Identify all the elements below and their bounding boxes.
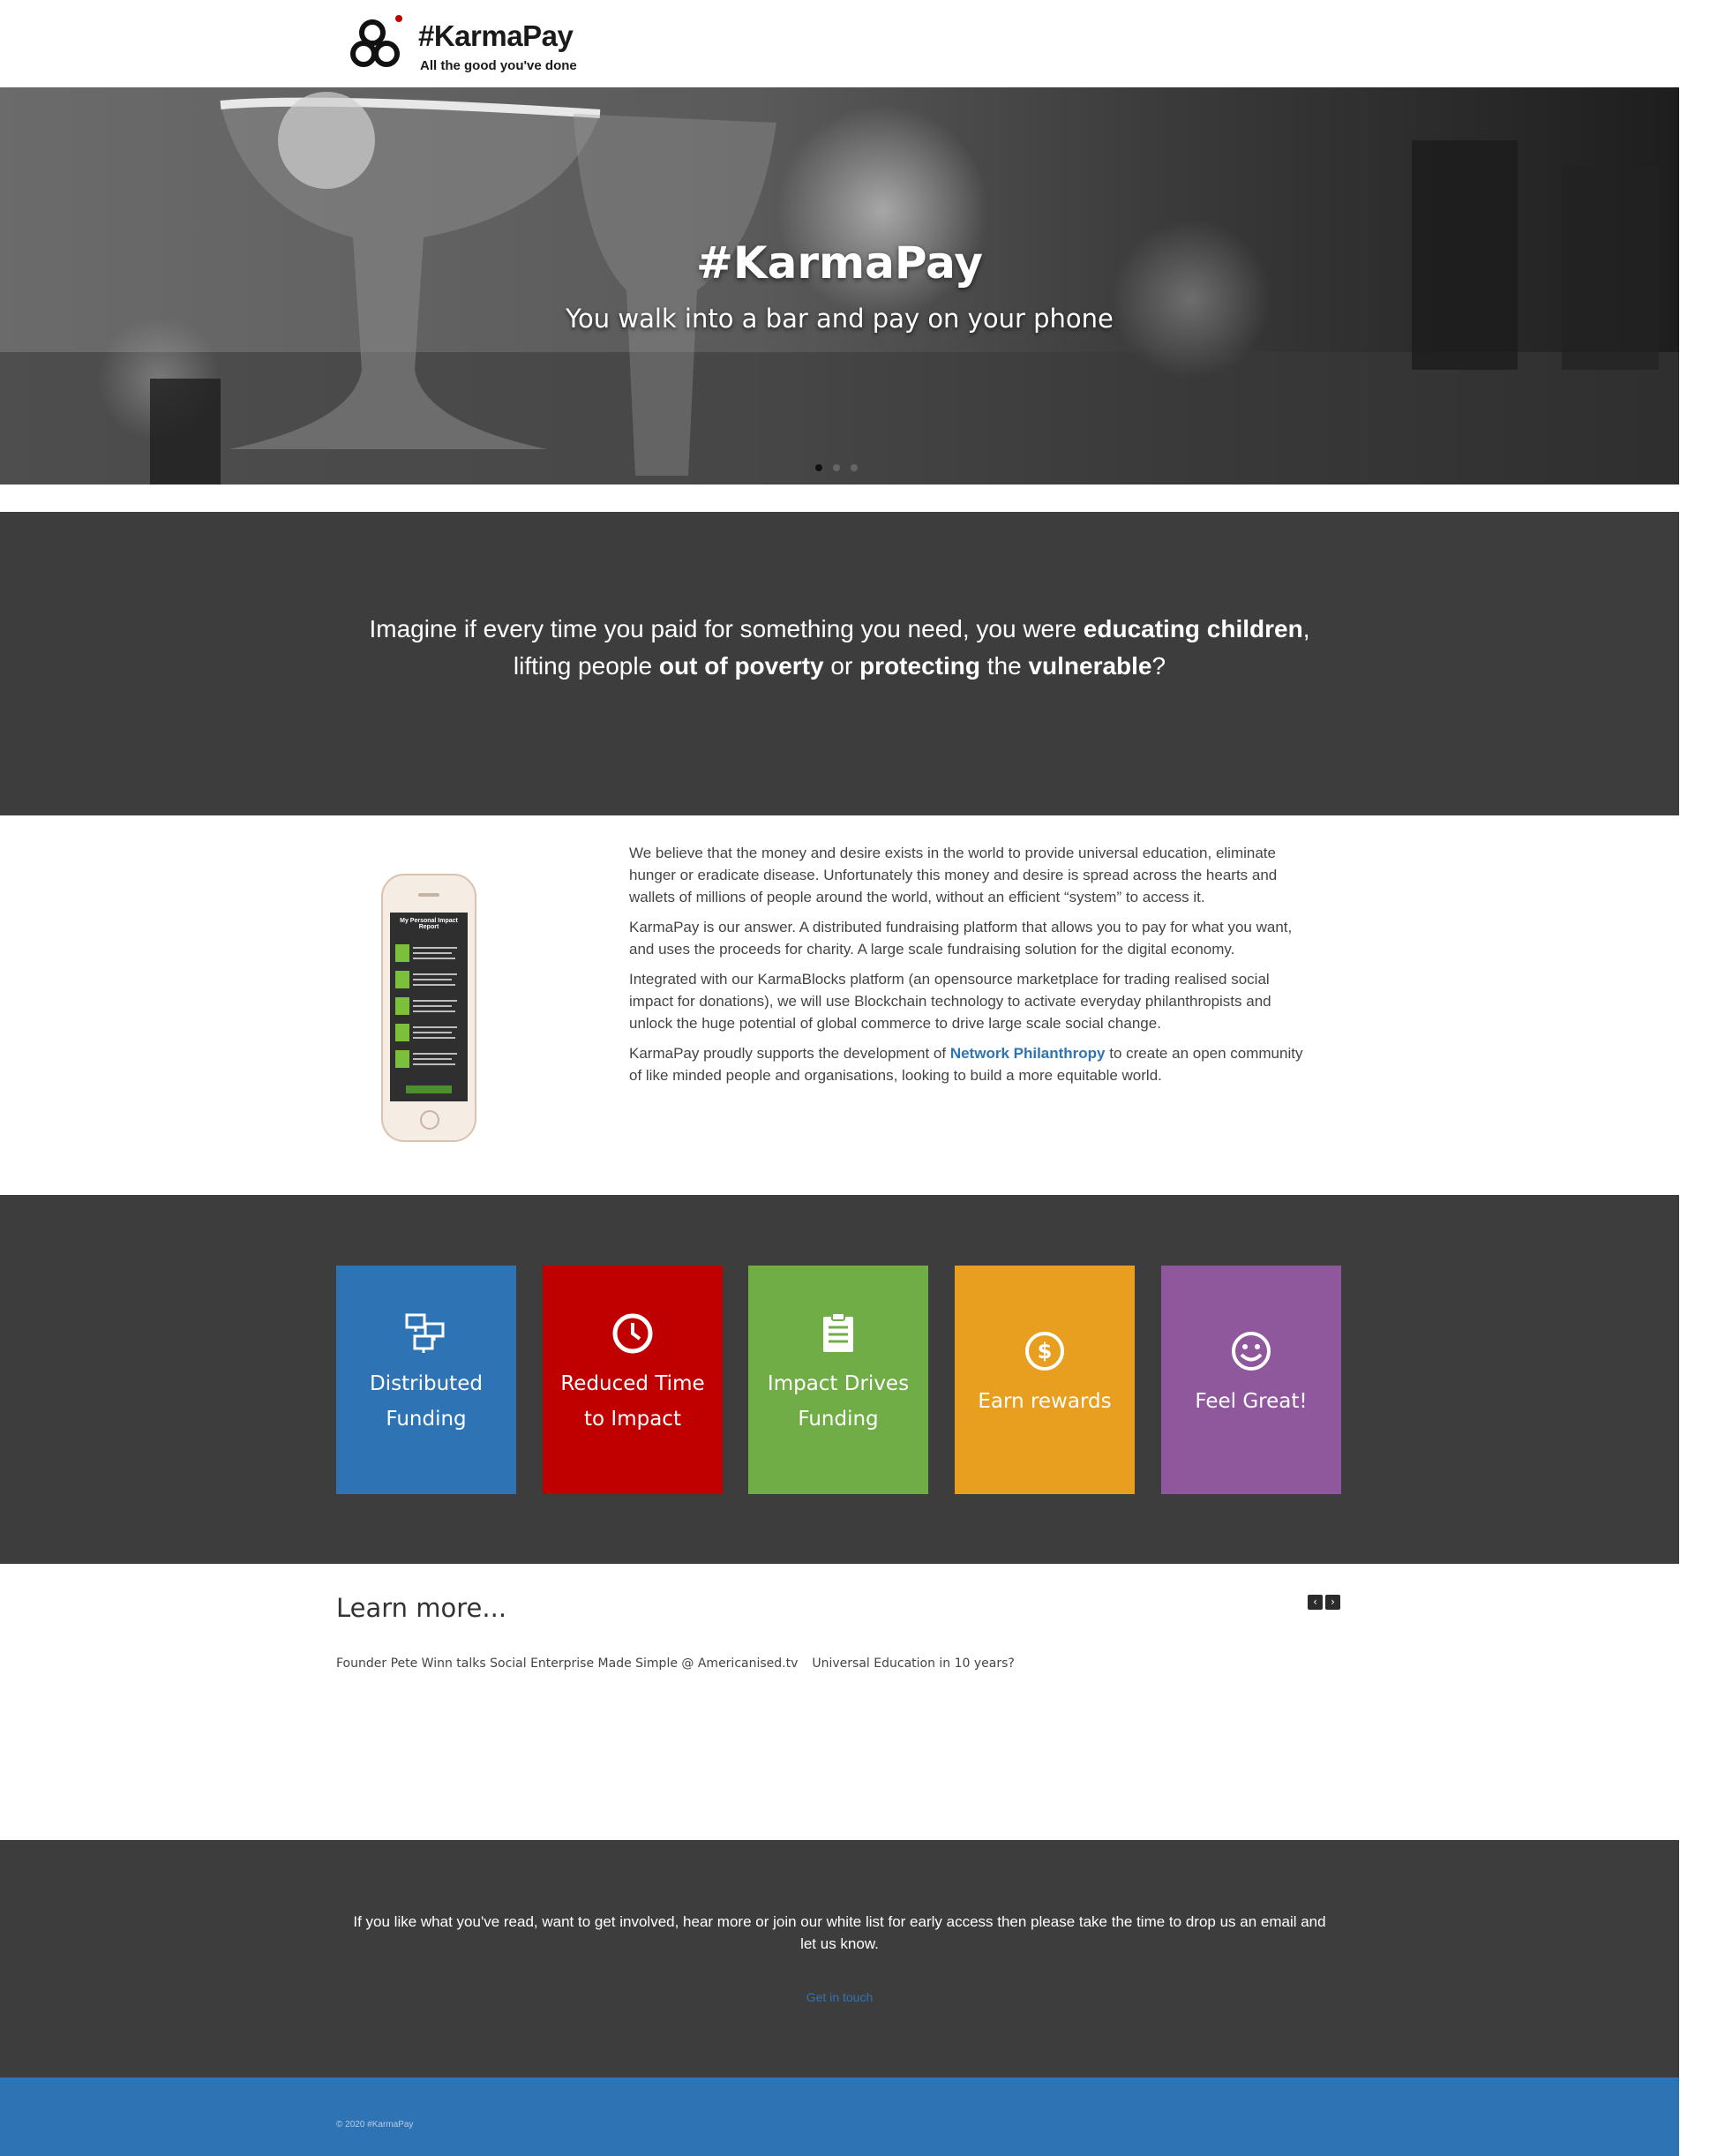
feature-tile-earn-rewards[interactable]: $ Earn rewards [955,1266,1135,1494]
feature-tile-feel-great[interactable]: Feel Great! [1161,1266,1341,1494]
impact-row [395,971,462,992]
clipboard-icon [823,1312,853,1352]
feature-label: Distributed Funding [370,1372,483,1431]
site-footer: © 2020 #KarmaPay [0,2077,1679,2156]
phone-mockup-image: My Personal Impact Report [381,874,476,1142]
phone-speaker [418,893,439,897]
features-section: Distributed Funding Reduced Time to Impa… [0,1195,1679,1564]
video-list: Founder Pete Winn talks Social Enterpris… [336,1656,1015,1671]
about-text: We believe that the money and desire exi… [629,842,1317,1094]
logo-tagline: All the good you've done [420,58,577,73]
copyright-text: © 2020 #KarmaPay [336,2120,414,2130]
feature-label: Earn rewards [978,1390,1112,1413]
hero-title: #KarmaPay [696,237,983,289]
impact-row [395,997,462,1018]
share-impact-button [406,1086,452,1093]
clock-icon [612,1313,653,1354]
learn-more-heading: Learn more... [336,1593,507,1623]
about-paragraph-3: Integrated with our KarmaBlocks platform… [629,971,1271,1032]
logo-title: #KarmaPay [418,19,574,52]
about-paragraph-2: KarmaPay is our answer. A distributed fu… [629,919,1293,958]
svg-text:$: $ [1038,1339,1053,1363]
hero-subtitle: You walk into a bar and pay on your phon… [566,304,1114,334]
contact-text: If you like what you've read, want to ge… [353,1913,1326,1952]
network-icon [405,1313,445,1353]
about-paragraph-4: KarmaPay proudly supports the developmen… [629,1045,1303,1084]
feature-tile-distributed-funding[interactable]: Distributed Funding [336,1266,516,1494]
feature-label: Impact Drives Funding [767,1372,910,1431]
video-carousel-controls: ‹ › [1308,1595,1340,1610]
carousel-dot-1[interactable] [815,464,822,471]
prev-arrow-button[interactable]: ‹ [1308,1595,1323,1610]
impact-row [395,1050,462,1071]
imagine-statement: Imagine if every time you paid for somet… [369,615,1310,680]
next-arrow-button[interactable]: › [1325,1595,1340,1610]
hero-carousel[interactable]: #KarmaPay You walk into a bar and pay on… [0,87,1679,485]
feature-label: Reduced Time to Impact [560,1372,705,1431]
feature-label: Feel Great! [1195,1390,1308,1413]
phone-screen: My Personal Impact Report [390,913,468,1101]
video-item[interactable]: Founder Pete Winn talks Social Enterpris… [336,1656,798,1671]
carousel-indicators [815,464,858,471]
site-header: #KarmaPay All the good you've done [0,0,1679,87]
feature-tile-impact-drives-funding[interactable]: Impact Drives Funding [748,1266,928,1494]
impact-row [395,1024,462,1045]
get-in-touch-link[interactable]: Get in touch [0,1990,1679,2004]
smiley-icon [1232,1332,1271,1371]
video-item[interactable]: Universal Education in 10 years? [812,1656,1014,1671]
phone-screen-title: My Personal Impact Report [400,918,458,930]
carousel-dot-2[interactable] [833,464,840,471]
contact-section: If you like what you've read, want to ge… [0,1840,1679,2077]
impact-row [395,944,462,965]
carousel-dot-3[interactable] [851,464,858,471]
phone-home-button [420,1110,439,1130]
about-paragraph-1: We believe that the money and desire exi… [629,845,1278,905]
imagine-section: Imagine if every time you paid for somet… [0,512,1679,815]
network-philanthropy-link[interactable]: Network Philanthropy [950,1045,1106,1062]
feature-tile-reduced-time[interactable]: Reduced Time to Impact [543,1266,723,1494]
dollar-coin-icon: $ [1025,1332,1064,1371]
